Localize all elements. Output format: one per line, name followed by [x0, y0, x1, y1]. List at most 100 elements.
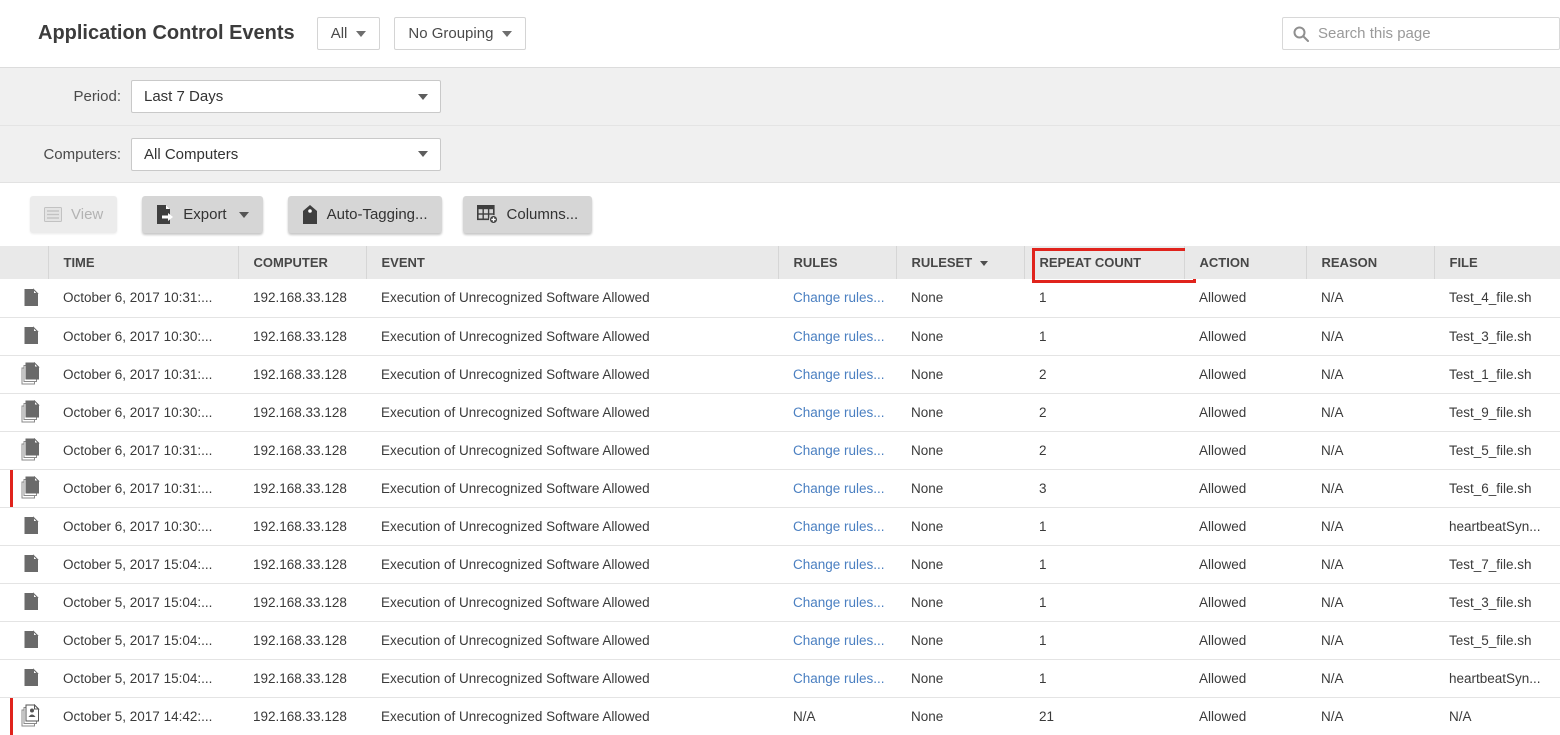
chevron-down-icon	[418, 151, 428, 157]
page-search-box[interactable]	[1282, 17, 1560, 50]
column-header-repeat-count[interactable]: REPEAT COUNT	[1024, 246, 1184, 279]
columns-grid-icon	[477, 205, 498, 224]
computers-select[interactable]: All Computers	[131, 138, 441, 171]
icon-wrap	[18, 397, 46, 427]
cell-computer: 192.168.33.128	[238, 469, 366, 507]
table-row[interactable]: October 5, 2017 15:04:...192.168.33.128E…	[0, 659, 1560, 697]
cell-action: Allowed	[1184, 583, 1306, 621]
table-row[interactable]: October 6, 2017 10:30:...192.168.33.128E…	[0, 393, 1560, 431]
grouping-dropdown[interactable]: No Grouping	[394, 17, 526, 50]
cell-ruleset: None	[896, 621, 1024, 659]
table-row[interactable]: October 5, 2017 15:04:...192.168.33.128E…	[0, 583, 1560, 621]
change-rules-link[interactable]: Change rules...	[793, 481, 885, 496]
icon-wrap	[18, 625, 46, 655]
title-bar: Application Control Events All No Groupi…	[0, 0, 1560, 68]
change-rules-link[interactable]: Change rules...	[793, 671, 885, 686]
columns-button-label: Columns...	[507, 206, 579, 223]
cell-event: Execution of Unrecognized Software Allow…	[366, 469, 778, 507]
aggregated-events-icon	[20, 438, 44, 462]
icon-wrap	[18, 435, 46, 465]
cell-rules: Change rules...	[778, 583, 896, 621]
icon-wrap	[18, 359, 46, 389]
cell-rules: Change rules...	[778, 431, 896, 469]
cell-computer: 192.168.33.128	[238, 697, 366, 735]
row-icon-cell	[0, 583, 48, 621]
cell-repeat-count: 1	[1024, 507, 1184, 545]
tag-icon	[302, 205, 318, 224]
page-title: Application Control Events	[38, 22, 295, 45]
change-rules-link[interactable]: Change rules...	[793, 595, 885, 610]
cell-computer: 192.168.33.128	[238, 621, 366, 659]
cell-file: heartbeatSyn...	[1434, 659, 1560, 697]
cell-ruleset: None	[896, 393, 1024, 431]
view-button: View	[30, 196, 117, 233]
cell-file: Test_3_file.sh	[1434, 317, 1560, 355]
table-row[interactable]: October 6, 2017 10:31:...192.168.33.128E…	[0, 355, 1560, 393]
table-row[interactable]: October 6, 2017 10:31:...192.168.33.128E…	[0, 469, 1560, 507]
cell-ruleset: None	[896, 355, 1024, 393]
period-select-value: Last 7 Days	[144, 88, 223, 105]
cell-repeat-count: 1	[1024, 659, 1184, 697]
event-scope-dropdown[interactable]: All	[317, 17, 381, 50]
row-icon-cell	[0, 621, 48, 659]
table-row[interactable]: October 5, 2017 15:04:...192.168.33.128E…	[0, 621, 1560, 659]
column-header-event[interactable]: EVENT	[366, 246, 778, 279]
cell-rules: Change rules...	[778, 355, 896, 393]
cell-ruleset: None	[896, 659, 1024, 697]
single-event-icon	[22, 592, 42, 612]
column-header-time[interactable]: TIME	[48, 246, 238, 279]
computers-select-value: All Computers	[144, 146, 238, 163]
column-header-rules[interactable]: RULES	[778, 246, 896, 279]
table-body: October 6, 2017 10:31:...192.168.33.128E…	[0, 279, 1560, 735]
change-rules-link[interactable]: Change rules...	[793, 519, 885, 534]
table-row[interactable]: October 6, 2017 10:30:...192.168.33.128E…	[0, 317, 1560, 355]
cell-computer: 192.168.33.128	[238, 393, 366, 431]
cell-event: Execution of Unrecognized Software Allow…	[366, 659, 778, 697]
icon-wrap	[18, 321, 46, 351]
column-header-computer[interactable]: COMPUTER	[238, 246, 366, 279]
export-file-icon	[156, 205, 174, 224]
table-row[interactable]: October 5, 2017 14:42:...192.168.33.128E…	[0, 697, 1560, 735]
column-header-reason[interactable]: REASON	[1306, 246, 1434, 279]
cell-repeat-count: 2	[1024, 431, 1184, 469]
period-select[interactable]: Last 7 Days	[131, 80, 441, 113]
column-header-ruleset[interactable]: RULESET	[896, 246, 1024, 279]
cell-reason: N/A	[1306, 355, 1434, 393]
cell-file: N/A	[1434, 697, 1560, 735]
search-input[interactable]	[1318, 25, 1549, 42]
event-scope-dropdown-label: All	[331, 25, 348, 42]
row-icon-cell	[0, 393, 48, 431]
change-rules-link[interactable]: Change rules...	[793, 367, 885, 382]
sort-desc-icon	[980, 261, 988, 266]
change-rules-link[interactable]: Change rules...	[793, 443, 885, 458]
auto-tagging-button[interactable]: Auto-Tagging...	[288, 196, 442, 233]
columns-button[interactable]: Columns...	[463, 196, 593, 233]
column-header-action[interactable]: ACTION	[1184, 246, 1306, 279]
change-rules-link[interactable]: Change rules...	[793, 405, 885, 420]
cell-rules: N/A	[778, 697, 896, 735]
table-row[interactable]: October 6, 2017 10:30:...192.168.33.128E…	[0, 507, 1560, 545]
cell-file: heartbeatSyn...	[1434, 507, 1560, 545]
cell-event: Execution of Unrecognized Software Allow…	[366, 621, 778, 659]
cell-event: Execution of Unrecognized Software Allow…	[366, 431, 778, 469]
row-icon-cell	[0, 317, 48, 355]
change-rules-link[interactable]: Change rules...	[793, 633, 885, 648]
table-row[interactable]: October 6, 2017 10:31:...192.168.33.128E…	[0, 279, 1560, 317]
column-header-file[interactable]: FILE	[1434, 246, 1560, 279]
cell-computer: 192.168.33.128	[238, 583, 366, 621]
change-rules-link[interactable]: Change rules...	[793, 557, 885, 572]
table-row[interactable]: October 5, 2017 15:04:...192.168.33.128E…	[0, 545, 1560, 583]
cell-reason: N/A	[1306, 507, 1434, 545]
change-rules-link[interactable]: Change rules...	[793, 329, 885, 344]
table-row[interactable]: October 6, 2017 10:31:...192.168.33.128E…	[0, 431, 1560, 469]
aggregated-events-icon	[20, 400, 44, 424]
cell-event: Execution of Unrecognized Software Allow…	[366, 279, 778, 317]
cell-repeat-count: 1	[1024, 545, 1184, 583]
icon-wrap	[18, 511, 46, 541]
cell-file: Test_7_file.sh	[1434, 545, 1560, 583]
change-rules-link[interactable]: Change rules...	[793, 290, 885, 305]
export-button[interactable]: Export	[142, 196, 262, 233]
cell-ruleset: None	[896, 583, 1024, 621]
chevron-down-icon	[356, 31, 366, 37]
row-icon-cell	[0, 355, 48, 393]
